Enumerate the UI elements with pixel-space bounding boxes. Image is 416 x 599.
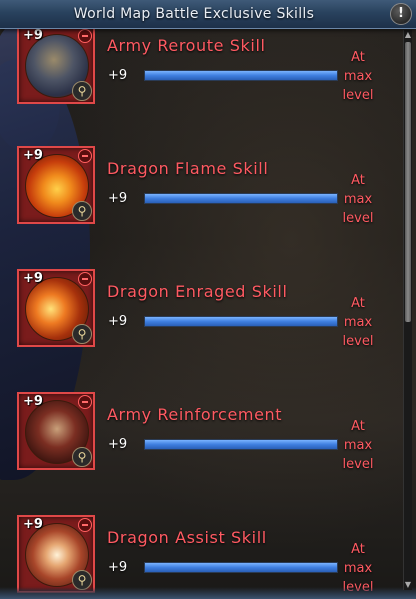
skill-name: Dragon Flame Skill	[107, 159, 269, 178]
skill-name: Army Reinforcement	[107, 405, 283, 424]
max-level-line: At	[351, 419, 365, 434]
minus-icon[interactable]	[78, 272, 92, 286]
minus-icon[interactable]	[78, 29, 92, 43]
skill-level: +9	[108, 437, 128, 452]
scroll-thumb[interactable]	[405, 42, 411, 322]
skill-level: +9	[108, 314, 128, 329]
skill-list: +9 ⚲ Army Reroute Skill +9 At max level …	[0, 0, 400, 599]
skill-icon-button[interactable]: +9 ⚲	[17, 392, 95, 470]
skill-icon-button[interactable]: +9 ⚲	[17, 269, 95, 347]
skill-level-badge: +9	[23, 148, 43, 163]
skill-progress-bar	[144, 439, 338, 450]
skill-progress-bar	[144, 562, 338, 573]
skill-level: +9	[108, 68, 128, 83]
window-title: World Map Battle Exclusive Skills	[73, 6, 315, 22]
skill-progress-fill	[145, 71, 337, 80]
max-level-line: At	[351, 542, 365, 557]
skill-level-badge: +9	[23, 271, 43, 286]
title-bar: World Map Battle Exclusive Skills !	[0, 0, 416, 29]
info-icon[interactable]: !	[390, 3, 412, 25]
skill-icon-button[interactable]: +9 ⚲	[17, 146, 95, 224]
max-level-label: At max level	[340, 294, 376, 351]
skill-level-badge: +9	[23, 517, 43, 532]
max-level-line: At	[351, 173, 365, 188]
skills-window: +9 ⚲ Army Reroute Skill +9 At max level …	[0, 0, 416, 599]
skill-progress-fill	[145, 317, 337, 326]
skill-progress-bar	[144, 70, 338, 81]
skill-level-badge: +9	[23, 28, 43, 43]
max-level-line: level	[342, 88, 374, 103]
magnifier-icon[interactable]: ⚲	[72, 201, 92, 221]
max-level-line: max	[343, 561, 373, 576]
skill-progress-fill	[145, 194, 337, 203]
skill-level: +9	[108, 191, 128, 206]
skill-progress-fill	[145, 440, 337, 449]
window-bottom-border	[0, 587, 416, 599]
max-level-line: At	[351, 296, 365, 311]
max-level-label: At max level	[340, 48, 376, 105]
magnifier-icon[interactable]: ⚲	[72, 81, 92, 101]
max-level-label: At max level	[340, 417, 376, 474]
skill-name: Dragon Enraged Skill	[107, 282, 288, 301]
max-level-line: At	[351, 50, 365, 65]
magnifier-icon[interactable]: ⚲	[72, 447, 92, 467]
max-level-label: At max level	[340, 171, 376, 228]
max-level-line: max	[343, 192, 373, 207]
skill-row: +9 ⚲ Dragon Enraged Skill +9 At max leve…	[0, 269, 400, 379]
max-level-line: max	[343, 69, 373, 84]
skill-icon-button[interactable]: +9 ⚲	[17, 515, 95, 593]
scroll-up-arrow-icon[interactable]: ▲	[404, 30, 412, 40]
max-level-line: level	[342, 334, 374, 349]
magnifier-icon[interactable]: ⚲	[72, 324, 92, 344]
skill-row: +9 ⚲ Dragon Flame Skill +9 At max level	[0, 146, 400, 256]
minus-icon[interactable]	[78, 518, 92, 532]
skill-level-badge: +9	[23, 394, 43, 409]
skill-progress-bar	[144, 193, 338, 204]
skill-row: +9 ⚲ Army Reinforcement +9 At max level	[0, 392, 400, 502]
max-level-line: level	[342, 457, 374, 472]
scrollbar[interactable]: ▲ ▼	[403, 30, 412, 590]
max-level-line: level	[342, 211, 374, 226]
skill-name: Dragon Assist Skill	[107, 528, 267, 547]
max-level-line: max	[343, 315, 373, 330]
skill-row: +9 ⚲ Army Reroute Skill +9 At max level	[0, 26, 400, 136]
skill-progress-bar	[144, 316, 338, 327]
minus-icon[interactable]	[78, 149, 92, 163]
minus-icon[interactable]	[78, 395, 92, 409]
skill-icon-button[interactable]: +9 ⚲	[17, 26, 95, 104]
max-level-line: max	[343, 438, 373, 453]
skill-progress-fill	[145, 563, 337, 572]
scroll-down-arrow-icon[interactable]: ▼	[404, 580, 412, 590]
skill-level: +9	[108, 560, 128, 575]
skill-name: Army Reroute Skill	[107, 36, 266, 55]
